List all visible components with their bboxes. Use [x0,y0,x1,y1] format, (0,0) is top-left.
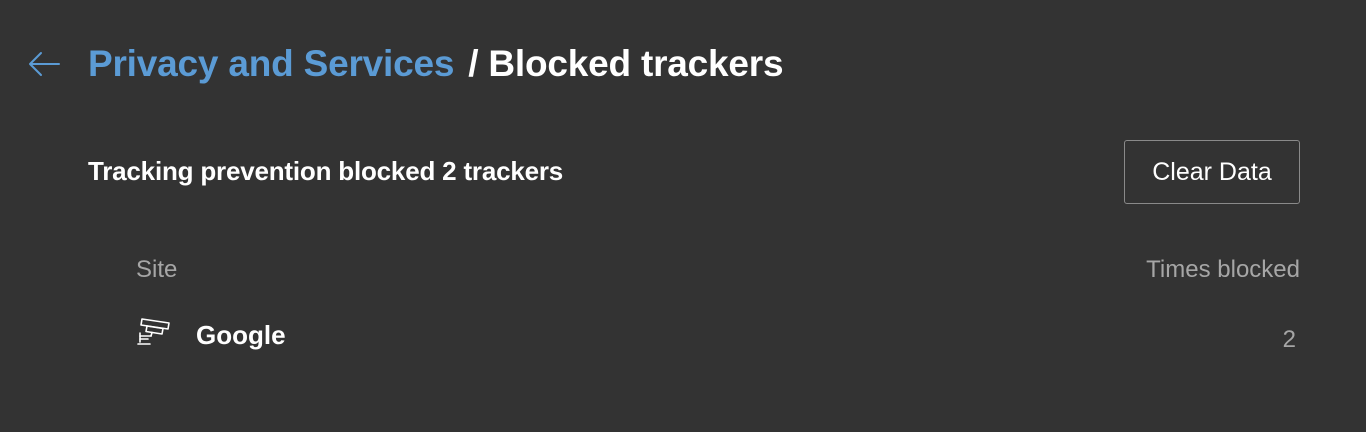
back-button[interactable] [24,44,64,84]
blocked-trackers-page: Privacy and Services / Blocked trackers … [0,0,1366,432]
tracker-camera-icon [137,318,170,345]
breadcrumb-privacy-link[interactable]: Privacy and Services [88,43,454,85]
table-row: Google 2 [136,312,1300,362]
page-title: Blocked trackers [488,43,784,84]
breadcrumb-separator: / [468,43,479,84]
breadcrumb: Privacy and Services / Blocked trackers [88,40,784,88]
arrow-left-icon [29,52,60,76]
column-header-times-blocked: Times blocked [1146,256,1300,283]
clear-data-button[interactable]: Clear Data [1124,140,1300,204]
blocked-summary-text: Tracking prevention blocked 2 trackers [88,156,564,186]
row-times-blocked: 2 [1282,326,1296,353]
column-header-site: Site [136,256,178,283]
row-site-name: Google [196,320,286,350]
